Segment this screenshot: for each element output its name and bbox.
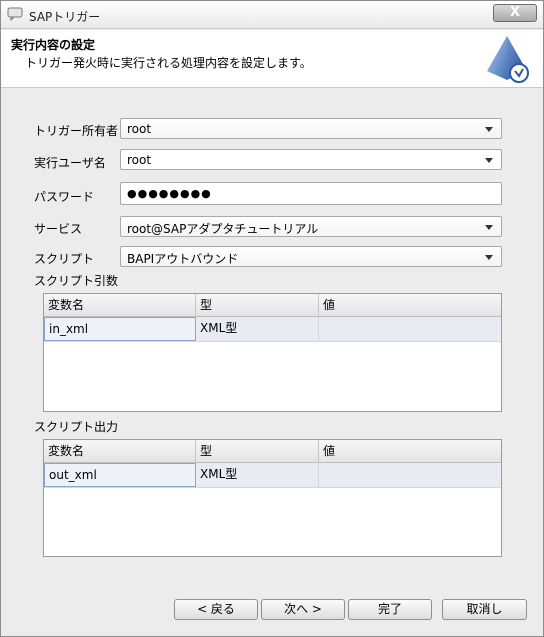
cell-value[interactable]: [319, 463, 501, 487]
service-value: root@SAPアダプタチュートリアル: [127, 222, 319, 236]
finish-button[interactable]: 完了: [348, 599, 432, 620]
cell-type[interactable]: XML型: [196, 463, 319, 487]
script-label: スクリプト: [34, 252, 95, 266]
script-args-table: 変数名 型 値 in_xml XML型: [43, 293, 502, 412]
window-title: SAPトリガー: [29, 10, 101, 24]
script-output-label: スクリプト出力: [34, 420, 119, 434]
column-header-value[interactable]: 値: [319, 440, 501, 463]
table-header: 変数名 型 値: [44, 440, 501, 463]
wizard-header: 実行内容の設定 トリガー発火時に実行される処理内容を設定します。: [1, 30, 543, 88]
owner-value: root: [127, 122, 152, 136]
password-label: パスワード: [34, 190, 95, 204]
table-header: 変数名 型 値: [44, 294, 501, 317]
chevron-down-icon: [485, 127, 493, 132]
column-header-type[interactable]: 型: [196, 294, 319, 317]
owner-select[interactable]: root: [120, 118, 502, 139]
dialog-window: SAPトリガー X 実行内容の設定 トリガー発火時に実行される処理内容を設定しま…: [0, 0, 544, 637]
exec-user-label: 実行ユーザ名: [34, 156, 106, 170]
page-title: 実行内容の設定: [11, 38, 96, 52]
title-bar[interactable]: SAPトリガー X: [1, 1, 543, 29]
cell-variable-name[interactable]: in_xml: [44, 317, 196, 341]
cancel-button[interactable]: 取消し: [442, 599, 527, 620]
cell-value[interactable]: [319, 317, 501, 341]
table-row[interactable]: out_xml XML型: [44, 463, 501, 488]
script-value: BAPIアウトバウンド: [127, 252, 239, 266]
chevron-down-icon: [485, 158, 493, 163]
back-button[interactable]: < 戻る: [174, 599, 258, 620]
exec-user-value: root: [127, 153, 152, 167]
owner-label: トリガー所有者: [34, 124, 119, 138]
chevron-down-icon: [485, 225, 493, 230]
script-select[interactable]: BAPIアウトバウンド: [120, 246, 502, 267]
script-output-table: 変数名 型 値 out_xml XML型: [43, 439, 502, 557]
service-select[interactable]: root@SAPアダプタチュートリアル: [120, 216, 502, 237]
cell-type[interactable]: XML型: [196, 317, 319, 341]
pyramid-clock-icon: [487, 36, 529, 83]
column-header-name[interactable]: 変数名: [44, 294, 196, 317]
column-header-value[interactable]: 値: [319, 294, 501, 317]
next-button[interactable]: 次へ >: [261, 599, 345, 620]
column-header-name[interactable]: 変数名: [44, 440, 196, 463]
exec-user-select[interactable]: root: [120, 149, 502, 170]
password-value: ●●●●●●●●: [127, 187, 212, 200]
password-field[interactable]: ●●●●●●●●: [120, 182, 502, 205]
service-label: サービス: [34, 222, 83, 236]
page-description: トリガー発火時に実行される処理内容を設定します。: [25, 56, 312, 70]
table-row[interactable]: in_xml XML型: [44, 317, 501, 342]
chevron-down-icon: [485, 255, 493, 260]
speech-bubble-icon: [7, 7, 23, 21]
close-button[interactable]: X: [493, 4, 537, 22]
column-header-type[interactable]: 型: [196, 440, 319, 463]
cell-variable-name[interactable]: out_xml: [44, 463, 196, 487]
script-args-label: スクリプト引数: [34, 274, 119, 288]
